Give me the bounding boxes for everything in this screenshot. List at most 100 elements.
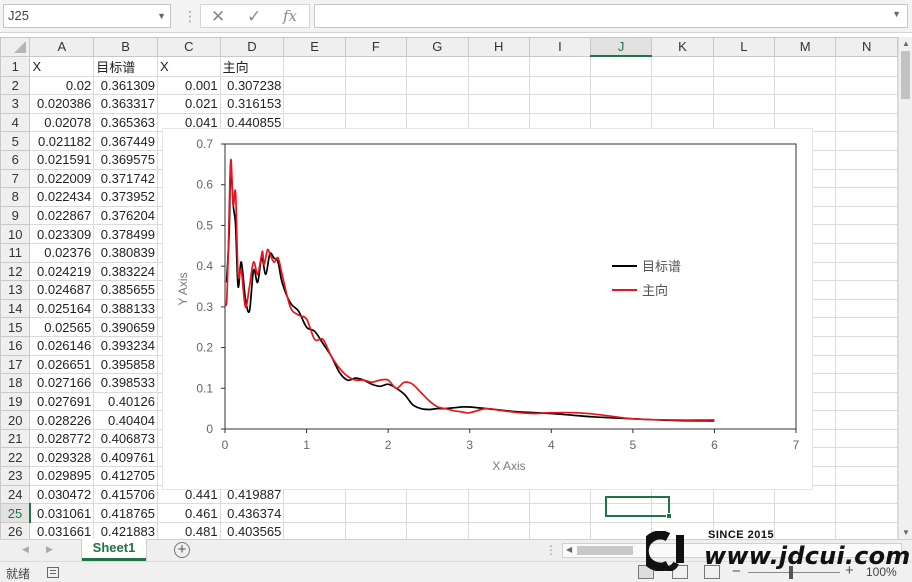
cell-a2[interactable]: 0.02 <box>29 75 95 96</box>
row-header[interactable]: 15 <box>0 317 31 337</box>
cell-i1[interactable] <box>528 55 592 77</box>
row-header[interactable]: 9 <box>0 205 31 226</box>
cell-a25[interactable]: 0.031061 <box>29 503 95 523</box>
cell-b14[interactable]: 0.388133 <box>93 298 158 319</box>
cell-b5[interactable]: 0.367449 <box>93 131 158 151</box>
cell-c2[interactable]: 0.001 <box>156 75 221 96</box>
cell-k1[interactable] <box>651 55 714 77</box>
cell-f2[interactable] <box>344 75 408 96</box>
page-break-preview-icon[interactable] <box>704 565 720 579</box>
cell-j3[interactable] <box>590 94 653 114</box>
cell-b6[interactable]: 0.369575 <box>93 149 158 170</box>
cell-b15[interactable]: 0.390659 <box>93 317 158 337</box>
column-header-g[interactable]: G <box>406 37 469 57</box>
cell-n9[interactable] <box>835 205 898 226</box>
row-header[interactable]: 7 <box>0 168 31 189</box>
cell-l26[interactable] <box>712 521 775 539</box>
cell-l25[interactable] <box>712 503 775 523</box>
cell-b22[interactable]: 0.409761 <box>93 447 158 468</box>
scroll-left-icon[interactable]: ◀ <box>566 545 572 554</box>
normal-view-icon[interactable] <box>638 565 654 579</box>
cell-b2[interactable]: 0.361309 <box>93 75 158 96</box>
cancel-icon[interactable]: ✕ <box>211 7 225 27</box>
cell-m1[interactable] <box>773 55 837 77</box>
row-header[interactable]: 19 <box>0 391 31 412</box>
cell-d2[interactable]: 0.307238 <box>219 75 285 96</box>
cell-n14[interactable] <box>835 298 898 319</box>
cell-a23[interactable]: 0.029895 <box>29 466 95 486</box>
insert-function-icon[interactable]: fx <box>283 7 297 25</box>
horizontal-scroll-thumb[interactable] <box>577 546 633 555</box>
cell-g3[interactable] <box>406 94 469 114</box>
cell-b24[interactable]: 0.415706 <box>93 484 158 505</box>
cell-e25[interactable] <box>283 503 346 523</box>
cell-n6[interactable] <box>835 149 898 170</box>
cell-h25[interactable] <box>467 503 530 523</box>
row-header[interactable]: 13 <box>0 280 31 300</box>
row-header[interactable]: 24 <box>0 484 31 505</box>
cell-j2[interactable] <box>590 75 653 96</box>
cell-a18[interactable]: 0.027166 <box>29 373 95 393</box>
cell-b26[interactable]: 0.421883 <box>93 521 158 539</box>
cell-l2[interactable] <box>712 75 775 96</box>
cell-a14[interactable]: 0.025164 <box>29 298 95 319</box>
cell-n19[interactable] <box>835 391 898 412</box>
cell-b11[interactable]: 0.380839 <box>93 242 158 263</box>
formula-input[interactable]: ▼ <box>314 4 908 28</box>
cell-k26[interactable] <box>651 521 714 539</box>
row-header[interactable]: 16 <box>0 335 31 356</box>
tab-split-grip-icon[interactable]: ⋮ <box>545 543 557 557</box>
cell-b10[interactable]: 0.378499 <box>93 224 158 244</box>
cell-b17[interactable]: 0.395858 <box>93 354 158 375</box>
cell-m26[interactable] <box>773 521 837 539</box>
row-header[interactable]: 4 <box>0 112 31 133</box>
cell-n15[interactable] <box>835 317 898 337</box>
scroll-up-icon[interactable]: ▲ <box>902 39 910 48</box>
scroll-down-icon[interactable]: ▼ <box>902 528 910 537</box>
row-header[interactable]: 6 <box>0 149 31 170</box>
cell-g1[interactable] <box>406 55 469 77</box>
column-header-k[interactable]: K <box>651 37 714 57</box>
cell-n4[interactable] <box>835 112 898 133</box>
cell-a21[interactable]: 0.028772 <box>29 428 95 449</box>
cell-b3[interactable]: 0.363317 <box>93 94 158 114</box>
cell-i25[interactable] <box>528 503 592 523</box>
cell-f26[interactable] <box>344 521 408 539</box>
cell-i2[interactable] <box>528 75 592 96</box>
column-header-n[interactable]: N <box>835 37 898 57</box>
cell-l1[interactable] <box>712 55 775 77</box>
cell-a19[interactable]: 0.027691 <box>29 391 95 412</box>
column-header-f[interactable]: F <box>344 37 408 57</box>
cell-e1[interactable] <box>283 55 346 77</box>
cell-b4[interactable]: 0.365363 <box>93 112 158 133</box>
cell-b13[interactable]: 0.385655 <box>93 280 158 300</box>
zoom-slider[interactable] <box>748 572 840 573</box>
expand-formula-bar-icon[interactable]: ▼ <box>892 9 901 19</box>
cell-h3[interactable] <box>467 94 530 114</box>
cell-c26[interactable]: 0.481 <box>156 521 221 539</box>
cell-e26[interactable] <box>283 521 346 539</box>
cell-n25[interactable] <box>835 503 898 523</box>
column-header-h[interactable]: H <box>467 37 530 57</box>
cell-j26[interactable] <box>590 521 653 539</box>
cell-n17[interactable] <box>835 354 898 375</box>
cell-k2[interactable] <box>651 75 714 96</box>
column-header-d[interactable]: D <box>219 37 285 57</box>
row-header[interactable]: 22 <box>0 447 31 468</box>
cell-a6[interactable]: 0.021591 <box>29 149 95 170</box>
enter-icon[interactable]: ✓ <box>247 7 261 27</box>
cell-n20[interactable] <box>835 410 898 430</box>
cell-m3[interactable] <box>773 94 837 114</box>
horizontal-scrollbar[interactable]: ◀ <box>562 543 902 558</box>
zoom-in-icon[interactable]: + <box>845 562 854 579</box>
cell-n2[interactable] <box>835 75 898 96</box>
cell-a1[interactable]: X <box>29 55 95 77</box>
cell-a11[interactable]: 0.02376 <box>29 242 95 263</box>
cell-a7[interactable]: 0.022009 <box>29 168 95 189</box>
cell-n21[interactable] <box>835 428 898 449</box>
sheet-tab-sheet1[interactable]: Sheet1 <box>82 539 146 561</box>
cell-n24[interactable] <box>835 484 898 505</box>
zoom-out-icon[interactable]: − <box>732 563 741 580</box>
cell-g26[interactable] <box>406 521 469 539</box>
cell-a24[interactable]: 0.030472 <box>29 484 95 505</box>
